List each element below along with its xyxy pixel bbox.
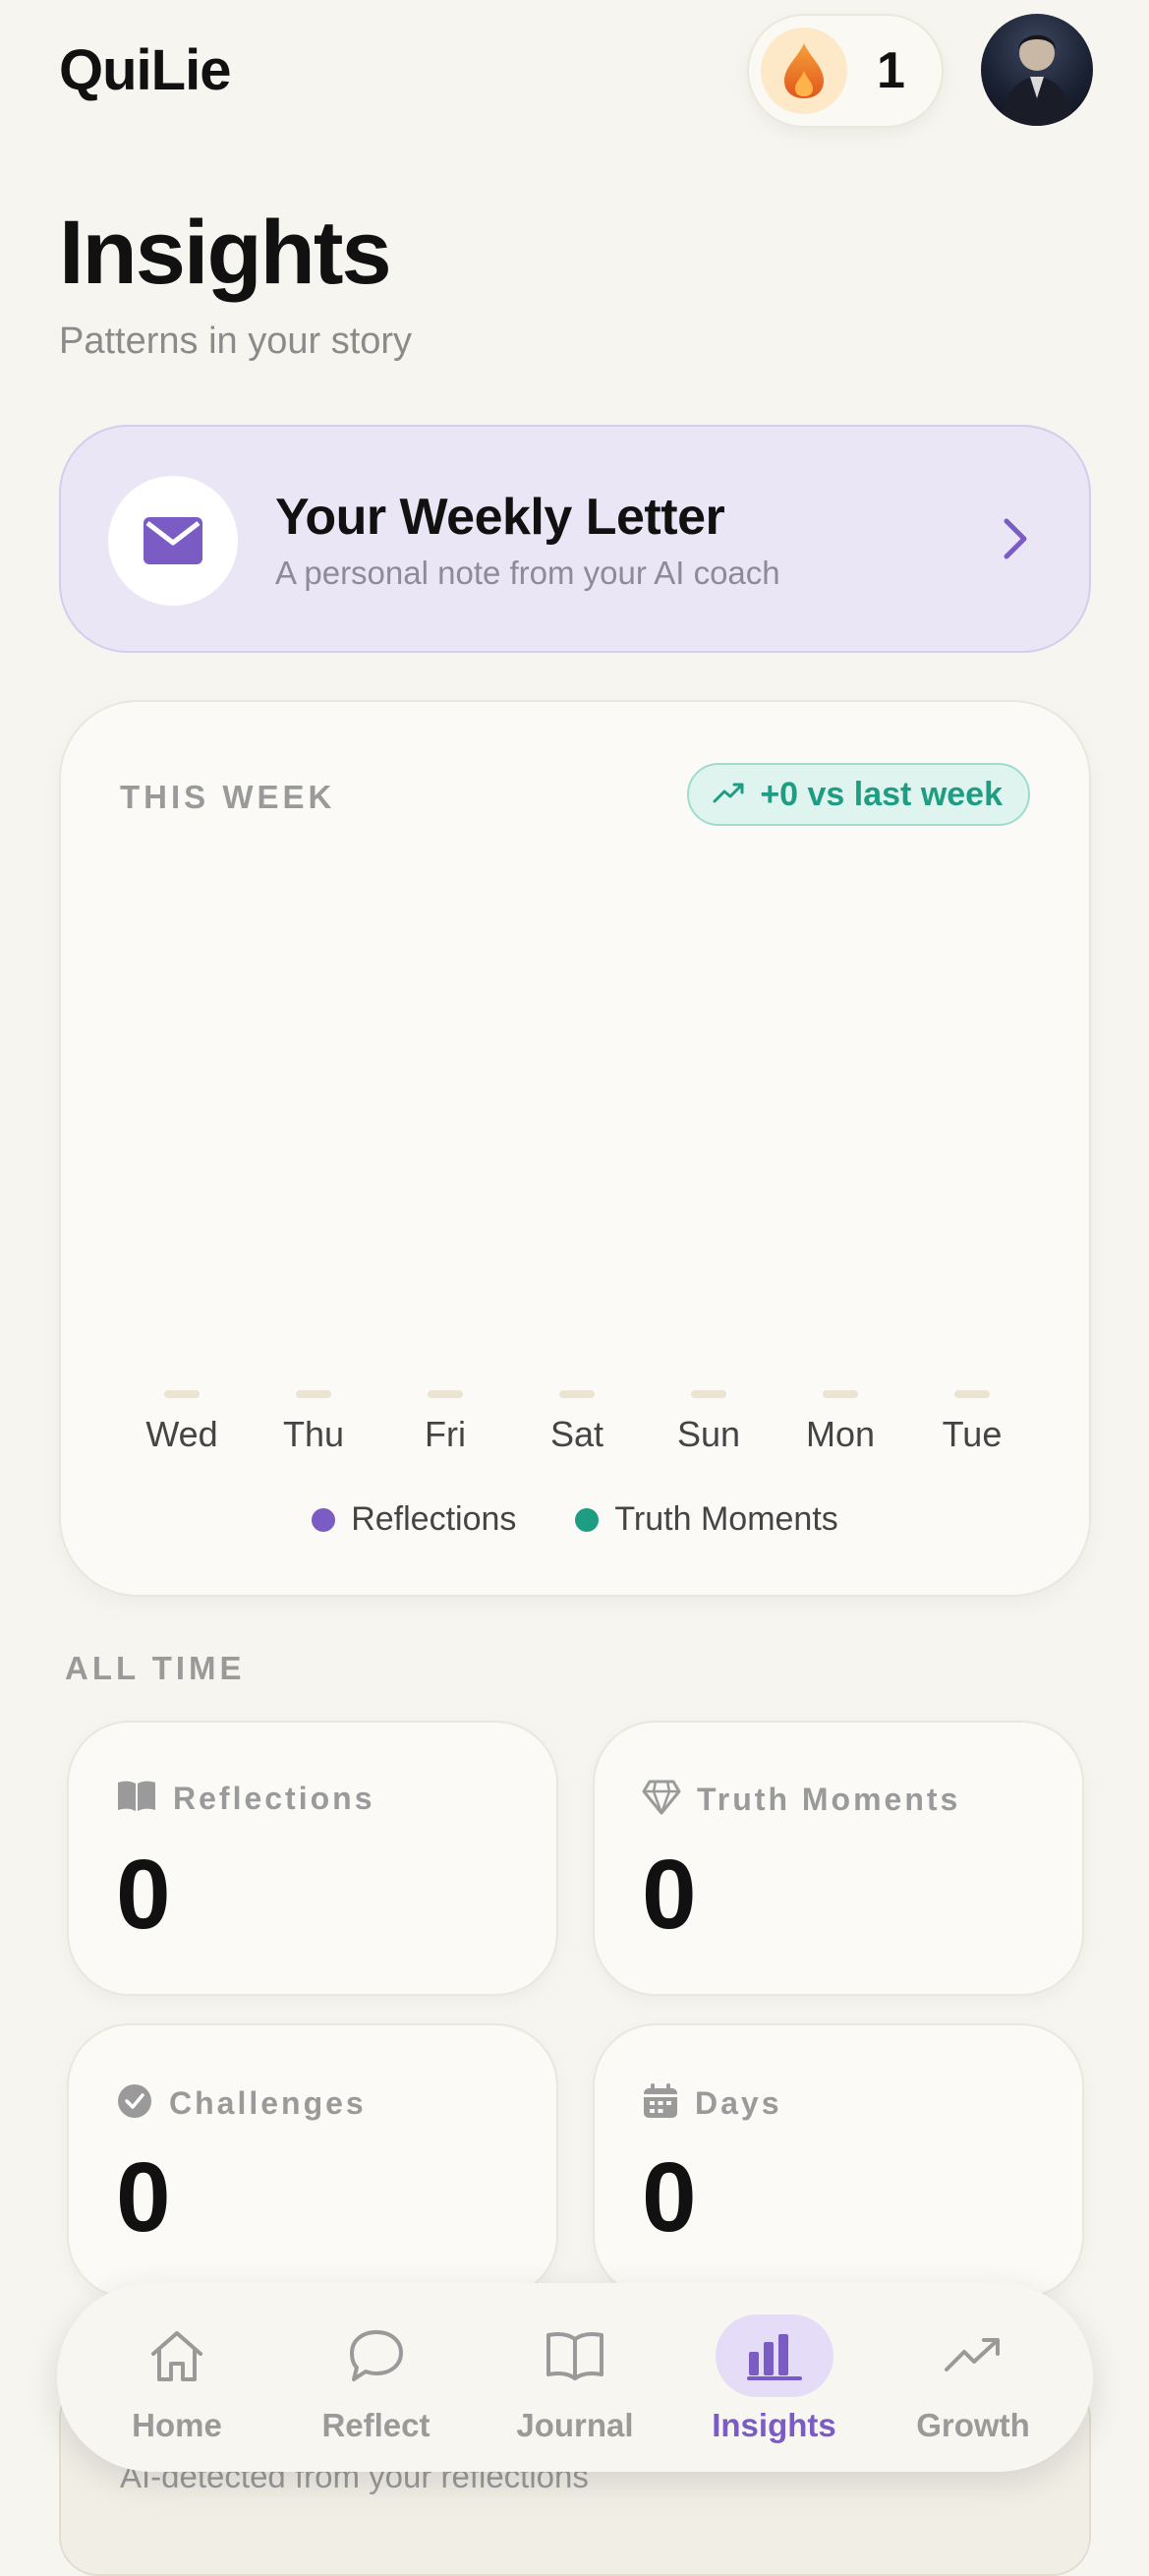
app-title: QuiLie	[59, 38, 231, 102]
x-tick-label: Sat	[550, 1414, 603, 1454]
stat-label: Challenges	[169, 2085, 367, 2121]
bar-placeholder-sun	[691, 1390, 726, 1398]
stat-value: 0	[642, 1840, 697, 1950]
bar-chart-icon	[715, 2314, 833, 2397]
page-title: Insights	[59, 203, 392, 303]
avatar[interactable]	[981, 14, 1093, 126]
legend-item-reflections: Reflections	[312, 1500, 516, 1539]
weekly-chart: Wed Thu Fri Sat Sun Mon Tue	[145, 1390, 1003, 1454]
legend-label-reflections: Reflections	[351, 1500, 517, 1538]
nav-item-journal[interactable]: Journal	[477, 2283, 673, 2472]
stat-card-truth-moments: Truth Moments 0	[593, 1721, 1084, 1996]
weekly-letter-title: Your Weekly Letter	[275, 489, 725, 546]
streak-pill[interactable]: 1	[747, 14, 944, 128]
diamond-icon	[642, 1780, 681, 1820]
nav-label: Insights	[712, 2407, 836, 2443]
chat-bubble-icon	[317, 2314, 435, 2397]
nav-item-insights[interactable]: Insights	[676, 2283, 873, 2472]
bar-placeholder-mon	[823, 1390, 858, 1398]
stat-label: Days	[695, 2085, 782, 2121]
stat-label: Truth Moments	[697, 1782, 961, 1817]
flame-icon	[761, 28, 847, 114]
stat-value: 0	[642, 2142, 697, 2253]
weekly-letter-subtitle: A personal note from your AI coach	[275, 555, 780, 591]
nav-label: Growth	[916, 2407, 1030, 2443]
nav-label: Reflect	[321, 2407, 431, 2443]
legend-label-truth-moments: Truth Moments	[614, 1500, 838, 1538]
nav-item-growth[interactable]: Growth	[875, 2283, 1071, 2472]
calendar-icon	[642, 2082, 679, 2125]
x-tick-label: Wed	[145, 1414, 217, 1454]
x-tick-label: Thu	[283, 1414, 344, 1454]
bar-placeholder-sat	[559, 1390, 595, 1398]
x-tick-label: Sun	[677, 1414, 740, 1454]
stat-value: 0	[116, 2142, 171, 2253]
stat-card-days: Days 0	[593, 2023, 1084, 2299]
x-tick-label: Fri	[425, 1414, 466, 1454]
trending-up-icon	[914, 2314, 1032, 2397]
legend-item-truth-moments: Truth Moments	[575, 1500, 838, 1539]
page-subtitle: Patterns in your story	[59, 321, 413, 362]
stat-card-reflections: Reflections 0	[67, 1721, 558, 1996]
chart-legend: Reflections Truth Moments	[61, 1500, 1089, 1539]
envelope-icon	[108, 476, 238, 606]
home-icon	[118, 2314, 236, 2397]
stat-label: Reflections	[173, 1781, 375, 1816]
bar-placeholder-fri	[428, 1390, 463, 1398]
legend-dot-truth-moments	[575, 1507, 600, 1532]
nav-label: Home	[132, 2407, 222, 2443]
nav-item-reflect[interactable]: Reflect	[278, 2283, 475, 2472]
open-book-icon	[516, 2314, 634, 2397]
nav-item-home[interactable]: Home	[79, 2283, 275, 2472]
weekly-letter-card[interactable]: Your Weekly Letter A personal note from …	[59, 425, 1091, 653]
bar-placeholder-thu	[296, 1390, 331, 1398]
bar-placeholder-tue	[954, 1390, 990, 1398]
x-tick-label: Tue	[943, 1414, 1003, 1454]
legend-dot-reflections	[312, 1507, 336, 1532]
this-week-card: THIS WEEK +0 vs last week Wed Thu Fri Sat Su…	[59, 700, 1091, 1597]
book-icon	[116, 1780, 157, 1818]
bottom-nav: Home Reflect Journal Insights Growth	[57, 2283, 1093, 2472]
streak-count: 1	[877, 42, 905, 99]
check-circle-icon	[116, 2082, 153, 2125]
stat-card-challenges: Challenges 0	[67, 2023, 558, 2299]
bar-placeholder-wed	[164, 1390, 200, 1398]
all-time-label: ALL TIME	[65, 1650, 246, 1686]
chevron-right-icon	[1001, 515, 1030, 567]
x-tick-label: Mon	[806, 1414, 875, 1454]
stat-value: 0	[116, 1840, 171, 1950]
nav-label: Journal	[516, 2407, 634, 2443]
